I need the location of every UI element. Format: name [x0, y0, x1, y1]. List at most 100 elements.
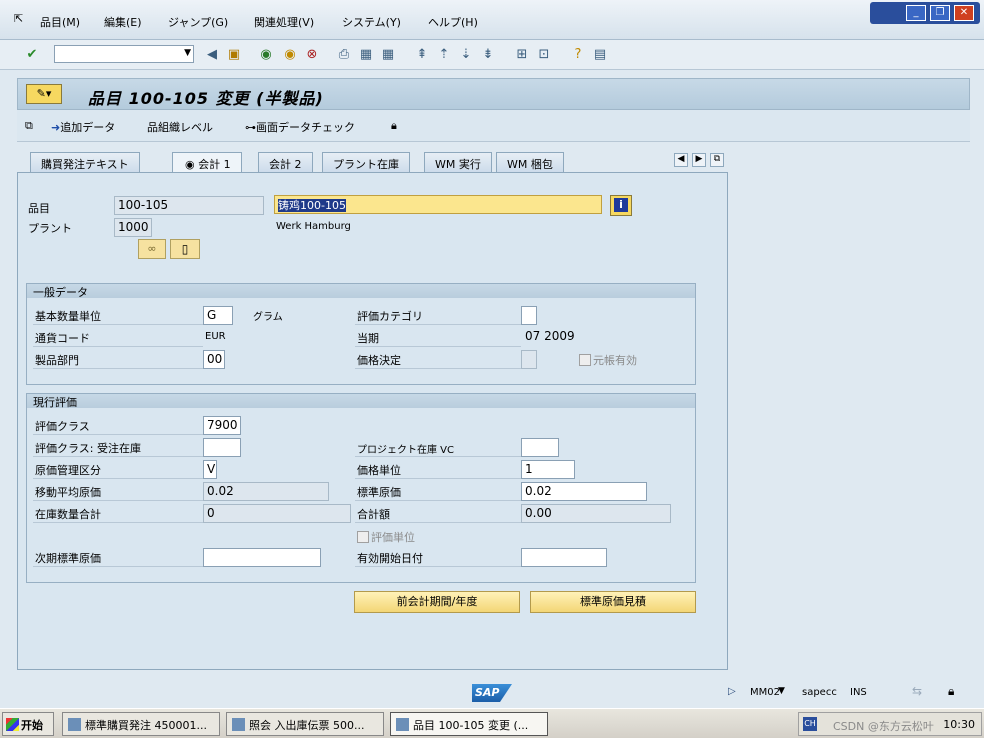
status-expand-icon[interactable]: ▷ [728, 686, 736, 697]
menu-help[interactable]: ヘルプ(H) [428, 14, 478, 30]
minimize-button[interactable]: _ [906, 5, 926, 21]
moving-price-field[interactable]: 0.02 [203, 482, 329, 501]
sap-window-icon [396, 718, 409, 731]
last-page-icon[interactable]: ⇟ [480, 47, 496, 63]
shortcut-icon[interactable]: ⊡ [536, 47, 552, 63]
prev-page-icon[interactable]: ⇡ [436, 47, 452, 63]
tab-purchase-order-text[interactable]: 購買発注テキスト [30, 152, 140, 172]
menu-goto[interactable]: ジャンプ(G) [168, 14, 228, 30]
total-stock-label: 在庫数量合計 [35, 508, 101, 521]
valid-from-field[interactable] [521, 548, 607, 567]
menu-system[interactable]: システム(Y) [342, 14, 401, 30]
layout-menu-icon[interactable]: ▤ [592, 47, 608, 63]
price-unit-field[interactable]: 1 [521, 460, 575, 479]
glasses-icon[interactable]: ∞ [138, 239, 166, 259]
current-period-label: 当期 [357, 332, 379, 345]
tab-accounting-1[interactable]: ◉ 会計 1 [172, 152, 242, 173]
val-class-sales-order-label: 評価クラス: 受注在庫 [35, 442, 141, 455]
enter-check-icon[interactable]: ✔ [24, 47, 40, 63]
valuation-category-field[interactable] [521, 306, 537, 325]
tab-label: 会計 2 [269, 158, 302, 171]
find-icon[interactable]: ▦ [358, 47, 374, 63]
system-name: sapecc [802, 687, 837, 698]
tab-label: 会計 1 [198, 158, 231, 171]
first-page-icon[interactable]: ⇞ [414, 47, 430, 63]
valuation-category-label: 評価カテゴリ [357, 310, 423, 323]
task-po[interactable]: 標準購買発注 450001... [62, 712, 220, 736]
back-arrow-icon[interactable]: ◀ [204, 47, 220, 63]
valuation-class-field[interactable]: 7900 [203, 416, 241, 435]
general-data-title: 一般データ [27, 284, 695, 299]
valuated-unit-label: 評価単位 [371, 531, 415, 544]
cancel-icon[interactable]: ⊗ [304, 47, 320, 63]
check-screen-data-button[interactable]: ⊶画面データチェック [245, 119, 355, 135]
tab-plant-stock[interactable]: プラント在庫 [322, 152, 410, 172]
tab-wm-packaging[interactable]: WM 梱包 [496, 152, 564, 172]
plant-field[interactable]: 1000 [114, 218, 152, 237]
close-button[interactable]: ✕ [954, 5, 974, 21]
task-label: 標準購買発注 450001... [85, 719, 207, 732]
next-page-icon[interactable]: ⇣ [458, 47, 474, 63]
add-data-button[interactable]: ➜追加データ [51, 119, 115, 135]
back-icon[interactable]: ◉ [258, 47, 274, 63]
restore-button[interactable]: ❐ [930, 5, 950, 21]
menu-environment[interactable]: 関連処理(V) [254, 14, 314, 30]
display-change-toggle-icon[interactable]: ✎▾ [26, 84, 62, 104]
lock-icon[interactable]: 🔒︎ [391, 119, 397, 133]
info-button[interactable]: i [610, 195, 632, 216]
input-method-icon[interactable]: CH [803, 717, 817, 731]
val-class-sales-order-field[interactable] [203, 438, 241, 457]
total-value-field[interactable]: 0.00 [521, 504, 671, 523]
save-icon[interactable]: ▣ [226, 47, 242, 63]
exit-icon[interactable]: ◉ [282, 47, 298, 63]
copy-from-icon[interactable]: ⧉ [25, 119, 33, 133]
title-bar: ✎▾ 品目 100-105 変更 (半製品) [17, 78, 970, 110]
project-stock-field[interactable] [521, 438, 559, 457]
std-cost-estimate-button[interactable]: 標準原価見積 [530, 591, 696, 613]
command-field[interactable]: ▼ [54, 45, 194, 63]
tab-list-icon[interactable]: ⧉ [710, 153, 724, 167]
material-field[interactable]: 100-105 [114, 196, 264, 215]
check-screen-data-label: 画面データチェック [256, 121, 355, 134]
prev-period-button[interactable]: 前会計期間/年度 [354, 591, 520, 613]
start-button[interactable]: 开始 [2, 712, 54, 736]
plant-label: プラント [28, 222, 72, 235]
material-description-field[interactable]: 铸鸡100-105 [274, 195, 602, 214]
find-next-icon[interactable]: ▦ [380, 47, 396, 63]
price-determination-field[interactable] [521, 350, 537, 369]
division-field[interactable]: 00 [203, 350, 225, 369]
valuated-unit-checkbox[interactable] [357, 531, 369, 543]
task-goods-movement[interactable]: 照会 入出庫伝票 500... [226, 712, 384, 736]
tab-accounting-2[interactable]: 会計 2 [258, 152, 313, 172]
project-stock-label: プロジェクト在庫 VC [357, 445, 455, 456]
task-material-change[interactable]: 品目 100-105 変更 (... [390, 712, 548, 736]
tab-scroll-left-icon[interactable]: ◀ [674, 153, 688, 167]
menu-edit[interactable]: 編集(E) [104, 14, 142, 30]
standard-price-field[interactable]: 0.02 [521, 482, 647, 501]
window-menu-icon[interactable]: ⇱ [14, 12, 23, 25]
valid-from-label: 有効開始日付 [357, 552, 423, 565]
help-icon[interactable]: ? [570, 47, 586, 63]
document-icon[interactable]: ▯ [170, 239, 200, 259]
menu-material[interactable]: 品目(M) [40, 14, 80, 30]
future-price-field[interactable] [203, 548, 321, 567]
total-stock-field[interactable]: 0 [203, 504, 351, 523]
print-icon[interactable]: ⎙ [336, 47, 352, 63]
ml-active-checkbox[interactable] [579, 354, 591, 366]
tab-wm-execution[interactable]: WM 実行 [424, 152, 492, 172]
command-dropdown-icon[interactable]: ▼ [184, 48, 191, 58]
price-determination-label: 価格決定 [357, 354, 401, 367]
system-dropdown-icon[interactable]: ▼ [778, 686, 785, 696]
plant-name: Werk Hamburg [276, 221, 351, 232]
check-data-icon: ⊶ [245, 121, 256, 134]
arrow-right-icon: ➜ [51, 121, 61, 134]
new-session-icon[interactable]: ⊞ [514, 47, 530, 63]
lock-icon-status: 🔒︎ [948, 684, 955, 698]
total-value-label: 合計額 [357, 508, 390, 521]
material-description-text: 铸鸡100-105 [278, 199, 346, 212]
current-period-value: 07 2009 [525, 329, 575, 343]
org-levels-button[interactable]: 品組織レベル [147, 119, 213, 135]
base-uom-field[interactable]: G [203, 306, 233, 325]
price-control-field[interactable]: V [203, 460, 217, 479]
tab-scroll-right-icon[interactable]: ▶ [692, 153, 706, 167]
